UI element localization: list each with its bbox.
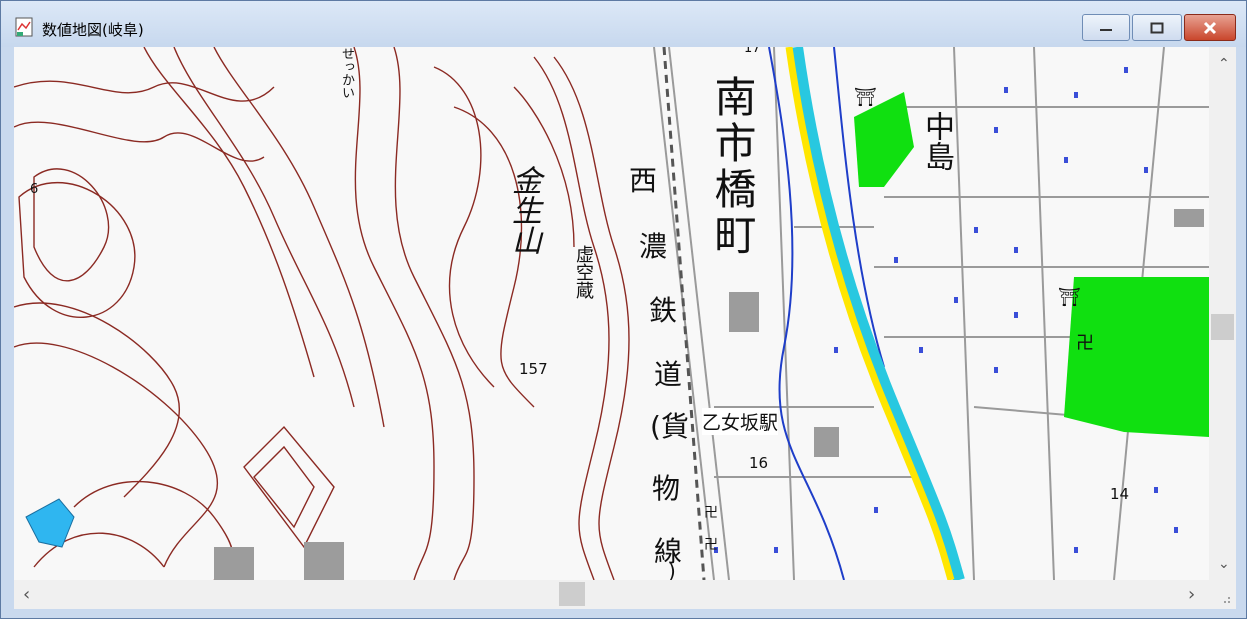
label-railway-5: 物 <box>652 472 681 505</box>
horizontal-scroll-thumb[interactable] <box>559 582 585 606</box>
label-contour-6: 6 <box>30 182 39 197</box>
temple-symbol-2: 卍 <box>704 505 718 521</box>
contour-lines <box>14 47 630 580</box>
map-canvas <box>14 47 1209 580</box>
label-elev-17: 17 <box>744 47 761 56</box>
maximize-icon <box>1150 22 1164 33</box>
park-area-2 <box>1064 277 1209 437</box>
label-railway-paren: (貨 <box>650 410 689 443</box>
vertical-scrollbar[interactable]: ⌃ ⌄ <box>1209 47 1236 580</box>
scroll-down-icon[interactable]: ⌄ <box>1218 557 1230 571</box>
label-elev-16: 16 <box>749 454 769 472</box>
label-elev-14: 14 <box>1110 485 1130 503</box>
label-railway-3: 鉄 <box>649 294 678 327</box>
shrine-symbol-2: ⛩ <box>1058 287 1081 308</box>
label-railway-4: 道 <box>654 358 683 391</box>
temple-symbol-1: 卍 <box>1076 333 1094 354</box>
label-railway-2: 濃 <box>639 230 668 263</box>
shrine-symbol-1: ⛩ <box>854 87 877 108</box>
label-elev-157: 157 <box>519 360 548 378</box>
label-town: 南市橋町 <box>708 75 757 259</box>
resize-grip[interactable] <box>1209 580 1236 609</box>
app-icon <box>15 17 33 37</box>
temple-symbol-3: 卍 <box>704 537 718 553</box>
window-title: 数値地図(岐阜) <box>42 21 144 39</box>
horizontal-scrollbar[interactable]: ‹ › <box>14 580 1209 609</box>
title-bar[interactable]: 数値地図(岐阜) <box>1 1 1246 47</box>
minimize-button[interactable] <box>1082 14 1130 41</box>
label-mountain: 金生山 <box>506 165 541 255</box>
minimize-icon <box>1100 28 1112 31</box>
label-railway-paren-close: ) <box>668 559 676 580</box>
client-area: せっかい 6 金生山 虚空蔵 157 西 濃 鉄 道 (貨 物 線 ) 南市橋町… <box>14 47 1236 609</box>
label-setsukai: せっかい <box>339 47 354 99</box>
resize-grip-icon <box>1224 597 1230 603</box>
scroll-right-icon[interactable]: › <box>1188 586 1195 604</box>
scroll-up-icon[interactable]: ⌃ <box>1218 57 1230 71</box>
close-button[interactable] <box>1184 14 1236 41</box>
topographic-map[interactable]: せっかい 6 金生山 虚空蔵 157 西 濃 鉄 道 (貨 物 線 ) 南市橋町… <box>14 47 1209 580</box>
app-window: 数値地図(岐阜) せっかい 6 金生山 虚空蔵 157 西 濃 鉄 道 (貨 物… <box>0 0 1247 619</box>
label-temple: 虚空蔵 <box>573 245 594 299</box>
vertical-scroll-thumb[interactable] <box>1211 314 1234 340</box>
close-icon <box>1203 21 1217 34</box>
label-railway-1: 西 <box>629 164 658 197</box>
scroll-left-icon[interactable]: ‹ <box>23 586 30 604</box>
label-district: 中島 <box>919 111 954 171</box>
maximize-button[interactable] <box>1132 14 1182 41</box>
label-station: 乙女坂駅 <box>702 408 779 435</box>
